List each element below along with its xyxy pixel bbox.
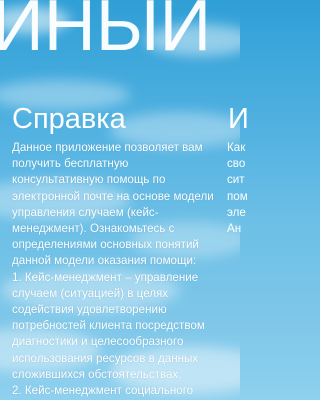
section-title-next[interactable]: И: [228, 102, 249, 136]
panorama-title: ИНЫЙ: [0, 0, 212, 66]
help-body-text: Данное приложение позволяет вам получить…: [12, 141, 214, 398]
next-section-body-peek: Как сво сит пом эле Ан: [227, 141, 248, 236]
section-title-help[interactable]: Справка: [12, 102, 126, 136]
